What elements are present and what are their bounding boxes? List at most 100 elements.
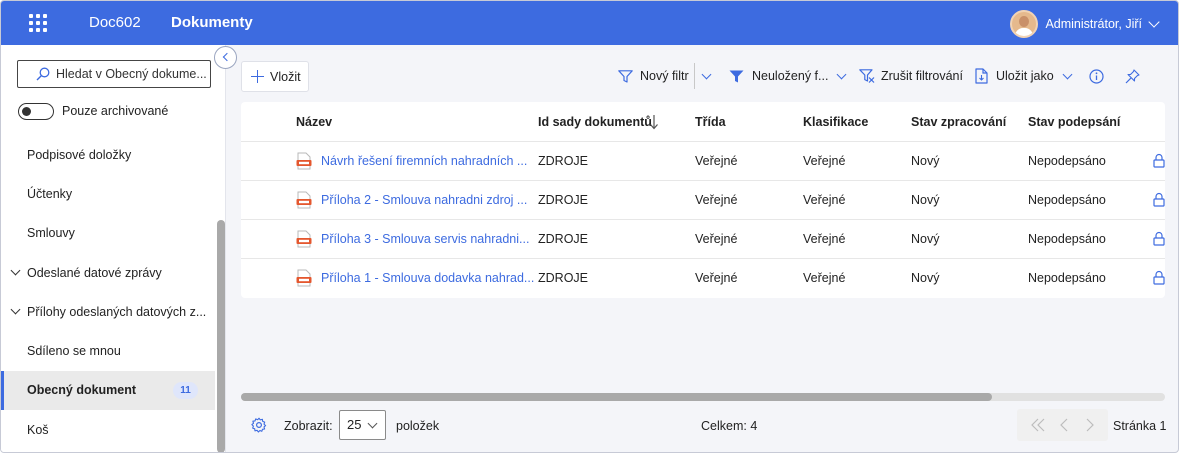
chevron-down-icon[interactable] xyxy=(10,304,21,315)
table-row[interactable]: Návrh řešení firemních nahradních ... ZD… xyxy=(241,142,1165,181)
sidebar-item-odeslane-datove-zpravy[interactable]: Odeslané datové zprávy xyxy=(1,253,215,292)
document-link[interactable]: Příloha 3 - Smlouva servis nahradni... xyxy=(321,232,529,246)
pdf-file-icon xyxy=(296,230,312,248)
previous-page-icon[interactable] xyxy=(1059,418,1069,432)
chevron-left-icon xyxy=(222,52,232,62)
cell-signing: Nepodepsáno xyxy=(1028,154,1106,168)
lock-icon[interactable] xyxy=(1153,231,1165,246)
sidebar-item-label: Koš xyxy=(27,422,49,437)
cell-signing: Nepodepsáno xyxy=(1028,232,1106,246)
collapse-sidebar-button[interactable] xyxy=(214,46,237,69)
table-footer: Zobrazit: 25 položek Celkem: 4 Stránka 1 xyxy=(226,407,1178,447)
column-header-name[interactable]: Název xyxy=(296,115,332,129)
sidebar-item-label: Účtenky xyxy=(27,186,73,201)
cell-set-id: ZDROJE xyxy=(538,232,588,246)
info-button[interactable] xyxy=(1089,67,1104,85)
top-bar: Doc602 Dokumenty Administrátor, Jiří xyxy=(1,1,1178,45)
sidebar-item-obecny-dokument[interactable]: Obecný dokument 11 xyxy=(1,370,215,411)
table-row[interactable]: Příloha 2 - Smlouva nahradni zdroj ... Z… xyxy=(241,181,1165,220)
gear-icon[interactable] xyxy=(251,417,267,433)
column-header-signing[interactable]: Stav podepsání xyxy=(1028,115,1120,129)
app-launcher-icon[interactable] xyxy=(29,14,47,32)
sidebar-item-smlouvy[interactable]: Smlouvy xyxy=(1,214,215,253)
sidebar-item-podpisove-dolozky[interactable]: Podpisové doložky xyxy=(1,135,215,174)
sidebar-item-label: Podpisové doložky xyxy=(27,147,132,162)
archive-toggle[interactable] xyxy=(18,103,54,120)
arrow-down-icon[interactable] xyxy=(649,114,659,130)
sidebar-item-sdileno-se-mnou[interactable]: Sdíleno se mnou xyxy=(1,331,215,370)
insert-button[interactable]: Vložit xyxy=(241,61,309,92)
cell-class: Veřejné xyxy=(695,193,738,207)
document-link[interactable]: Návrh řešení firemních nahradních ... xyxy=(321,154,527,168)
chevron-down-icon xyxy=(701,69,712,79)
count-badge: 11 xyxy=(173,381,198,399)
save-as-label: Uložit jako xyxy=(996,69,1054,83)
plus-icon xyxy=(251,70,264,83)
info-icon xyxy=(1089,68,1104,84)
table-row[interactable]: Příloha 1 - Smlouva dodavka nahrad... ZD… xyxy=(241,259,1165,298)
table-header: Název Id sady dokumentů Třída Klasifikac… xyxy=(241,102,1165,142)
toolbar-divider xyxy=(694,63,695,89)
clear-filter-button[interactable]: Zrušit filtrování xyxy=(859,67,963,85)
lock-icon[interactable] xyxy=(1153,270,1165,285)
document-link[interactable]: Příloha 2 - Smlouva nahradni zdroj ... xyxy=(321,193,527,207)
table-row[interactable]: Příloha 3 - Smlouva servis nahradni... Z… xyxy=(241,220,1165,259)
chevron-down-icon[interactable] xyxy=(10,265,21,276)
column-header-set-id[interactable]: Id sady dokumentů xyxy=(538,115,652,129)
cell-classification: Veřejné xyxy=(803,193,846,207)
sidebar-item-kos[interactable]: Koš xyxy=(1,410,215,449)
app-name[interactable]: Doc602 xyxy=(89,14,141,31)
sidebar-item-label: Sdíleno se mnou xyxy=(27,344,121,359)
cell-processing: Nový xyxy=(911,232,940,246)
archive-toggle-label: Pouze archivované xyxy=(62,104,169,118)
lock-icon[interactable] xyxy=(1153,153,1165,168)
column-header-processing[interactable]: Stav zpracování xyxy=(911,115,1006,129)
horizontal-scrollbar[interactable] xyxy=(241,393,1165,401)
documents-table: Název Id sady dokumentů Třída Klasifikac… xyxy=(241,102,1165,298)
save-as-dropdown[interactable]: Uložit jako xyxy=(975,67,1073,85)
search-icon xyxy=(36,67,50,81)
filter-dropdown-toggle[interactable] xyxy=(701,67,712,85)
pagination xyxy=(1017,409,1108,441)
page-size-label: Zobrazit: xyxy=(284,419,333,433)
user-menu[interactable]: Administrátor, Jiří xyxy=(1010,10,1160,38)
cell-set-id: ZDROJE xyxy=(538,271,588,285)
pdf-file-icon xyxy=(296,269,312,287)
pin-button[interactable] xyxy=(1125,67,1140,85)
cell-class: Veřejné xyxy=(695,271,738,285)
page-size-select[interactable]: 25 xyxy=(339,410,386,440)
clear-filter-label: Zrušit filtrování xyxy=(881,69,963,83)
lock-icon[interactable] xyxy=(1153,192,1165,207)
sidebar-item-uctenky[interactable]: Účtenky xyxy=(1,174,215,213)
sidebar-search[interactable] xyxy=(17,60,211,88)
pin-icon xyxy=(1125,68,1140,83)
sidebar: Pouze archivované Podpisové doložky Účte… xyxy=(1,45,226,452)
first-page-icon[interactable] xyxy=(1030,418,1046,432)
scrollbar-thumb[interactable] xyxy=(241,393,992,401)
unsaved-filter-dropdown[interactable]: Neuložený f... xyxy=(729,67,847,85)
new-filter-button[interactable]: Nový filtr xyxy=(618,67,689,85)
user-name[interactable]: Administrátor, Jiří xyxy=(1045,17,1142,31)
avatar[interactable] xyxy=(1010,10,1039,38)
save-document-icon xyxy=(975,68,988,84)
pdf-file-icon xyxy=(296,191,312,209)
cell-classification: Veřejné xyxy=(803,154,846,168)
next-page-icon[interactable] xyxy=(1085,418,1095,432)
sidebar-scrollbar[interactable] xyxy=(217,220,225,452)
section-title[interactable]: Dokumenty xyxy=(171,14,253,31)
sidebar-nav: Podpisové doložky Účtenky Smlouvy Odesla… xyxy=(1,135,215,449)
app-window: Doc602 Dokumenty Administrátor, Jiří Pou… xyxy=(0,0,1179,453)
chevron-down-icon xyxy=(836,69,847,79)
page-indicator: Stránka 1 xyxy=(1113,419,1167,433)
column-header-classification[interactable]: Klasifikace xyxy=(803,115,868,129)
search-input[interactable] xyxy=(56,67,206,81)
total-count: Celkem: 4 xyxy=(701,419,758,433)
new-filter-label: Nový filtr xyxy=(640,69,689,83)
chevron-down-icon xyxy=(1062,69,1073,79)
document-link[interactable]: Příloha 1 - Smlouva dodavka nahrad... xyxy=(321,271,534,285)
sidebar-item-label: Obecný dokument xyxy=(27,383,137,398)
sidebar-item-prilohy-odeslanych[interactable]: Přílohy odeslaných datových z... xyxy=(1,292,215,331)
cell-processing: Nový xyxy=(911,193,940,207)
column-header-class[interactable]: Třída xyxy=(695,115,726,129)
chevron-down-icon[interactable] xyxy=(1148,16,1160,28)
